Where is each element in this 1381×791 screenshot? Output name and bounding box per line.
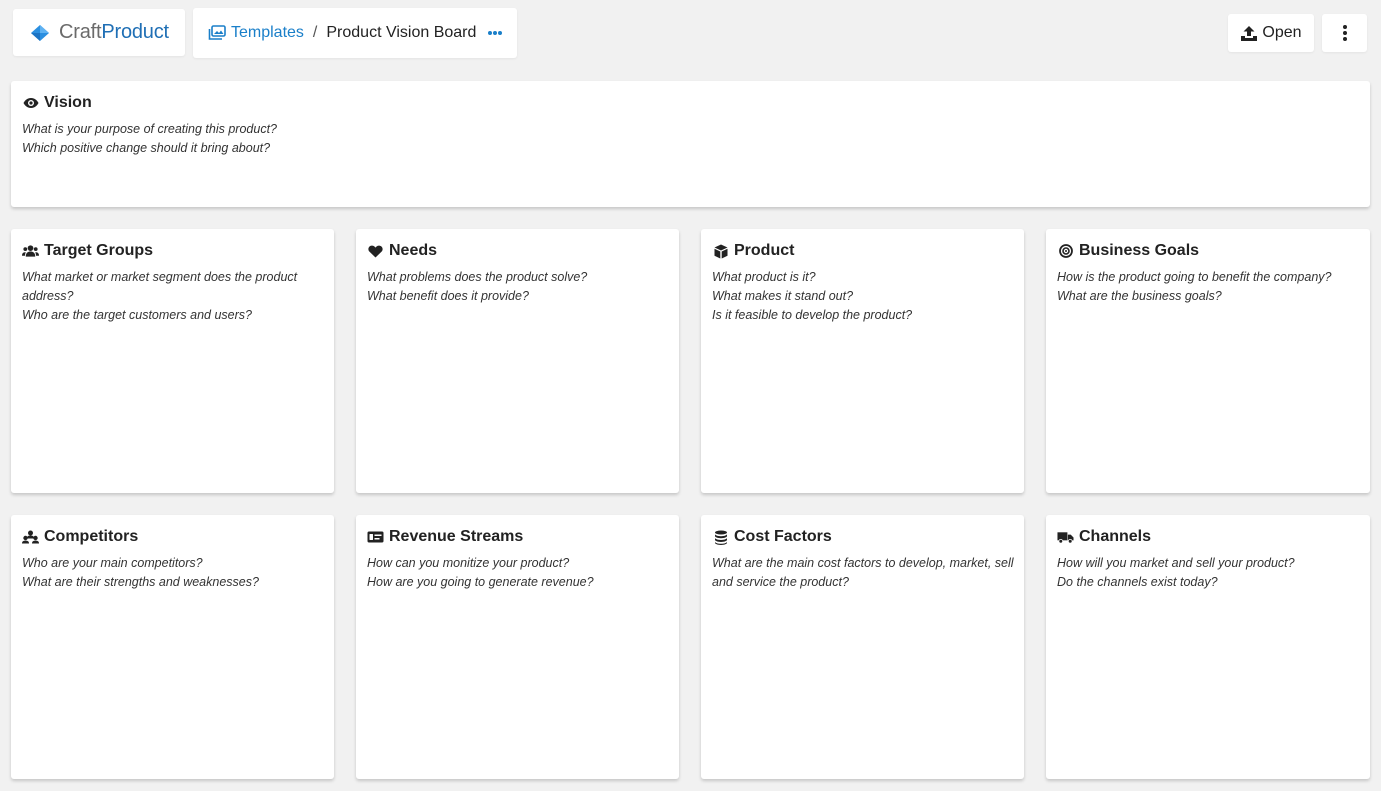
top-bar: CraftProduct Templates / Product Vision … (0, 0, 1381, 70)
card-description-line: What are their strengths and weaknesses? (22, 575, 259, 589)
card-title-text: Cost Factors (734, 528, 832, 545)
breadcrumb-templates-link[interactable]: Templates (208, 24, 304, 42)
card-description-line: What are the business goals? (1057, 289, 1222, 303)
card-description-line: What product is it? (712, 270, 816, 284)
card-description-line: Do the channels exist today? (1057, 575, 1218, 589)
card-title-text: Business Goals (1079, 242, 1200, 259)
card-description-line: Who are the target customers and users? (22, 308, 252, 322)
card-title: Vision (22, 94, 1359, 112)
images-icon (208, 25, 226, 40)
card-description-line: How will you market and sell your produc… (1057, 556, 1295, 570)
target-groups-card[interactable]: Target Groups What market or market segm… (11, 229, 334, 493)
card-title-text: Competitors (44, 528, 139, 545)
card-title: Needs (367, 242, 668, 260)
card-description: What market or market segment does the p… (22, 268, 323, 325)
card-description: What is your purpose of creating this pr… (22, 120, 1359, 158)
open-button[interactable]: Open (1228, 14, 1314, 52)
eye-icon (22, 95, 39, 111)
card-description-line: What market or market segment does the p… (22, 270, 298, 303)
card-title: Competitors (22, 528, 323, 546)
card-title: Business Goals (1057, 242, 1359, 260)
app-logo-text: CraftProduct (59, 21, 169, 43)
card-title: Product (712, 242, 1013, 260)
breadcrumb-templates-label: Templates (231, 24, 304, 41)
competitors-icon (22, 529, 39, 545)
app-logo[interactable]: CraftProduct (13, 9, 185, 56)
open-button-label: Open (1262, 24, 1302, 41)
channels-card[interactable]: Channels How will you market and sell yo… (1046, 515, 1370, 779)
card-description: What problems does the product solve? Wh… (367, 268, 668, 306)
craftproduct-logo-icon (29, 22, 51, 44)
vertical-dots-icon (1342, 25, 1347, 41)
users-icon (22, 243, 39, 259)
card-title-text: Revenue Streams (389, 528, 524, 545)
card-title-text: Needs (389, 242, 438, 259)
card-title-text: Target Groups (44, 242, 154, 259)
kebab-menu-button[interactable] (1322, 14, 1367, 52)
box-icon (712, 243, 729, 259)
card-title: Cost Factors (712, 528, 1013, 546)
card-description: What product is it? What makes it stand … (712, 268, 1013, 325)
product-card[interactable]: Product What product is it? What makes i… (701, 229, 1024, 493)
revenue-streams-card[interactable]: Revenue Streams How can you monitize you… (356, 515, 679, 779)
card-title: Target Groups (22, 242, 323, 260)
card-description: How is the product going to benefit the … (1057, 268, 1359, 306)
card-description-line: Is it feasible to develop the product? (712, 308, 913, 322)
competitors-card[interactable]: Competitors Who are your main competitor… (11, 515, 334, 779)
card-description: How will you market and sell your produc… (1057, 554, 1359, 592)
card-description-line: What makes it stand out? (712, 289, 854, 303)
heart-icon (367, 243, 384, 259)
card-title-text: Product (734, 242, 795, 259)
truck-icon (1057, 529, 1074, 545)
card-description-line: How are you going to generate revenue? (367, 575, 594, 589)
card-description: Who are your main competitors? What are … (22, 554, 323, 592)
card-title: Channels (1057, 528, 1359, 546)
card-description-line: What problems does the product solve? (367, 270, 588, 284)
card-title: Revenue Streams (367, 528, 668, 546)
breadcrumb-current: Product Vision Board (326, 24, 477, 41)
business-goals-card[interactable]: Business Goals How is the product going … (1046, 229, 1370, 493)
upload-icon (1241, 25, 1258, 41)
card-description: What are the main cost factors to develo… (712, 554, 1016, 592)
card-description-line: What benefit does it provide? (367, 289, 529, 303)
money-card-icon (367, 529, 384, 545)
card-title-text: Vision (44, 94, 92, 111)
coins-icon (712, 529, 729, 545)
card-description-line: How can you monitize your product? (367, 556, 570, 570)
card-description-line: How is the product going to benefit the … (1057, 270, 1332, 284)
card-title-text: Channels (1079, 528, 1152, 545)
vision-card[interactable]: Vision What is your purpose of creating … (11, 81, 1370, 207)
cost-factors-card[interactable]: Cost Factors What are the main cost fact… (701, 515, 1024, 779)
card-description-line: Which positive change should it bring ab… (22, 141, 271, 155)
more-options-icon[interactable] (487, 30, 503, 36)
card-description-line: What is your purpose of creating this pr… (22, 122, 277, 136)
card-description-line: What are the main cost factors to develo… (712, 556, 1014, 589)
breadcrumb: Templates / Product Vision Board (193, 8, 517, 58)
target-icon (1057, 243, 1074, 259)
card-description: How can you monitize your product? How a… (367, 554, 668, 592)
card-description-line: Who are your main competitors? (22, 556, 203, 570)
needs-card[interactable]: Needs What problems does the product sol… (356, 229, 679, 493)
breadcrumb-separator: / (312, 24, 318, 41)
